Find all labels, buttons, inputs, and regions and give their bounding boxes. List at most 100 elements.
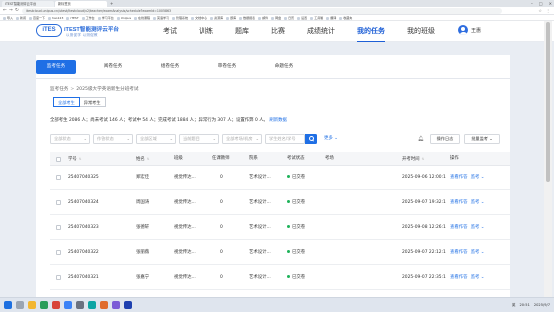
bookmark-item[interactable]: 资源库	[210, 15, 223, 20]
bookmark-item[interactable]: hao123	[48, 15, 63, 20]
nav-question-bank[interactable]: 题库	[235, 21, 249, 42]
extensions-icon[interactable]: ⋮	[546, 7, 550, 15]
room-select[interactable]: 全部考场/机房 ⌄	[222, 134, 262, 144]
tab-all-examinees[interactable]: 全部考生	[53, 97, 80, 107]
more-filters-link[interactable]: 更多 ⌄	[324, 134, 338, 144]
clock-date[interactable]: 2025/9/7	[534, 298, 550, 312]
tab-grading-tasks[interactable]: 阅卷任务	[93, 60, 133, 74]
user-name[interactable]: 王惠	[471, 27, 481, 34]
bookmark-item[interactable]: 数据报表	[239, 15, 255, 20]
tab-abnormal-examinees[interactable]: 异常考生	[79, 97, 106, 107]
row-checkbox[interactable]	[56, 175, 61, 180]
input-language[interactable]: 英	[512, 298, 516, 312]
app-icon[interactable]	[64, 301, 72, 309]
bookmark-item[interactable]: 翻译	[326, 15, 336, 20]
star-icon[interactable]: ☆	[538, 7, 542, 15]
tab-review-tasks[interactable]: 审卷任务	[207, 60, 247, 74]
bookmark-item[interactable]: 文档中心	[191, 15, 207, 20]
table-row[interactable]: 25407040321 张嘉宁 视觉传达... 0 艺术设计... 2025-09-07 …	[50, 266, 510, 290]
app-icon[interactable]	[52, 301, 60, 309]
logo[interactable]: iTES	[36, 24, 62, 37]
nav-my-classes[interactable]: 我的班级	[407, 21, 435, 42]
view-answers-link[interactable]: 查看作答	[450, 225, 468, 230]
folder-icon[interactable]	[28, 301, 36, 309]
bookmark-item[interactable]: 收藏夹	[339, 15, 352, 20]
app-icon[interactable]	[100, 301, 108, 309]
sort-icon[interactable]: ⇅	[422, 157, 425, 161]
minimize-icon[interactable]: –	[531, 0, 533, 7]
bell-icon[interactable]: 🔔︎	[416, 134, 426, 144]
bookmark-item[interactable]: 管理系统	[172, 15, 188, 20]
nav-my-tasks[interactable]: 我的任务	[357, 21, 385, 42]
table-row[interactable]: 25407040323 张德轩 视觉传达... 0 艺术设计... 2025-09-08 …	[50, 216, 510, 240]
breadcrumb-parent[interactable]: 监考任务	[50, 87, 68, 92]
back-icon[interactable]: ←	[3, 7, 7, 15]
table-row[interactable]: 25407040324 周国涛 视觉传达... 0 艺术设计... 2025-09-07 …	[50, 191, 510, 215]
select-all-checkbox[interactable]	[56, 156, 61, 162]
batch-proctor-button[interactable]: 批量监考 ⌄	[464, 134, 500, 144]
view-answers-link[interactable]: 查看作答	[450, 250, 468, 255]
clock-time[interactable]: 20:51	[520, 298, 530, 312]
table-row[interactable]: 25407040325 郑宏佳 视觉传达... 0 艺术设计... 2025-09-06 …	[50, 166, 510, 190]
user-menu[interactable]: 王惠	[458, 25, 481, 35]
sort-icon[interactable]: ⇅	[79, 157, 82, 161]
tab-proctor-tasks[interactable]: 监考任务	[36, 60, 76, 74]
col-start-time[interactable]: 开考时间 ⇅	[402, 152, 424, 167]
bookmark-item[interactable]: 设置	[297, 15, 307, 20]
row-checkbox[interactable]	[56, 250, 61, 255]
col-student-id[interactable]: 学号 ⇅	[68, 152, 81, 167]
bookmark-item[interactable]: 在线课程	[134, 15, 150, 20]
bookmark-item[interactable]: iTEST	[66, 15, 78, 20]
avatar[interactable]	[458, 25, 468, 35]
app-icon[interactable]	[88, 301, 96, 309]
bookmark-item[interactable]: 网盘	[271, 15, 281, 20]
question-select[interactable]: 当前题目 ⌄	[179, 134, 219, 144]
tab-compose-tasks[interactable]: 组卷任务	[150, 60, 190, 74]
row-checkbox[interactable]	[56, 275, 61, 280]
bookmark-item[interactable]: 导入	[3, 15, 13, 20]
operation-log-button[interactable]: 操作日志	[430, 134, 460, 144]
bookmark-item[interactable]: 邮件	[258, 15, 268, 20]
chevron-down-icon[interactable]: ⌄	[479, 250, 485, 255]
bookmark-item[interactable]: 题库	[226, 15, 236, 20]
app-icon[interactable]	[112, 301, 120, 309]
chevron-down-icon[interactable]: ⌄	[479, 175, 485, 180]
search-icon[interactable]	[305, 134, 317, 144]
bookmark-item[interactable]: 新闻	[16, 15, 26, 20]
answer-status-select[interactable]: 作答状态 ⌄	[93, 134, 133, 144]
chevron-down-icon[interactable]: ⌄	[479, 225, 485, 230]
search-input[interactable]: 学生姓名/学号	[265, 134, 305, 144]
view-answers-link[interactable]: 查看作答	[450, 275, 468, 280]
browser-icon[interactable]	[40, 301, 48, 309]
chevron-down-icon[interactable]: ⌄	[479, 275, 485, 280]
url-input[interactable]: itestcloud.unipus.cn/utest/itestcloud/v2…	[22, 8, 502, 14]
reload-icon[interactable]: ↻	[15, 7, 19, 15]
nav-exam[interactable]: 考试	[163, 21, 177, 42]
bookmark-item[interactable]: 工作台	[82, 15, 95, 20]
bookmark-item[interactable]: 日历	[284, 15, 294, 20]
view-answers-link[interactable]: 查看作答	[450, 200, 468, 205]
row-checkbox[interactable]	[56, 225, 61, 230]
app-icon[interactable]	[124, 301, 132, 309]
close-icon[interactable]: ✕	[549, 0, 552, 7]
view-answers-link[interactable]: 查看作答	[450, 175, 468, 180]
region-select[interactable]: 全部区域 ⌄	[136, 134, 176, 144]
col-name[interactable]: 姓名 ⇅	[136, 152, 149, 167]
sort-icon[interactable]: ⇅	[147, 157, 150, 161]
bookmark-item[interactable]: 百度一下	[29, 15, 45, 20]
status-select[interactable]: 全部状态 ⌄	[50, 134, 90, 144]
row-checkbox[interactable]	[56, 200, 61, 205]
table-row[interactable]: 25407040322 张丽薇 视觉传达... 0 艺术设计... 2025-09-07 …	[50, 241, 510, 265]
forward-icon[interactable]: →	[9, 7, 13, 15]
search-taskbar-icon[interactable]	[16, 301, 24, 309]
nav-score-stats[interactable]: 成绩统计	[307, 21, 335, 42]
bookmark-item[interactable]: 学习平台	[98, 15, 114, 20]
bookmark-item[interactable]: 工具箱	[310, 15, 323, 20]
nav-training[interactable]: 训练	[199, 21, 213, 42]
bookmark-item[interactable]: 英语学习	[153, 15, 169, 20]
bookmark-item[interactable]: Unipus	[117, 15, 131, 20]
refresh-data-link[interactable]: 刷新数据	[269, 118, 287, 123]
maximize-icon[interactable]: □	[539, 0, 543, 7]
start-icon[interactable]	[4, 301, 12, 309]
tab-authoring-tasks[interactable]: 命题任务	[264, 60, 304, 74]
